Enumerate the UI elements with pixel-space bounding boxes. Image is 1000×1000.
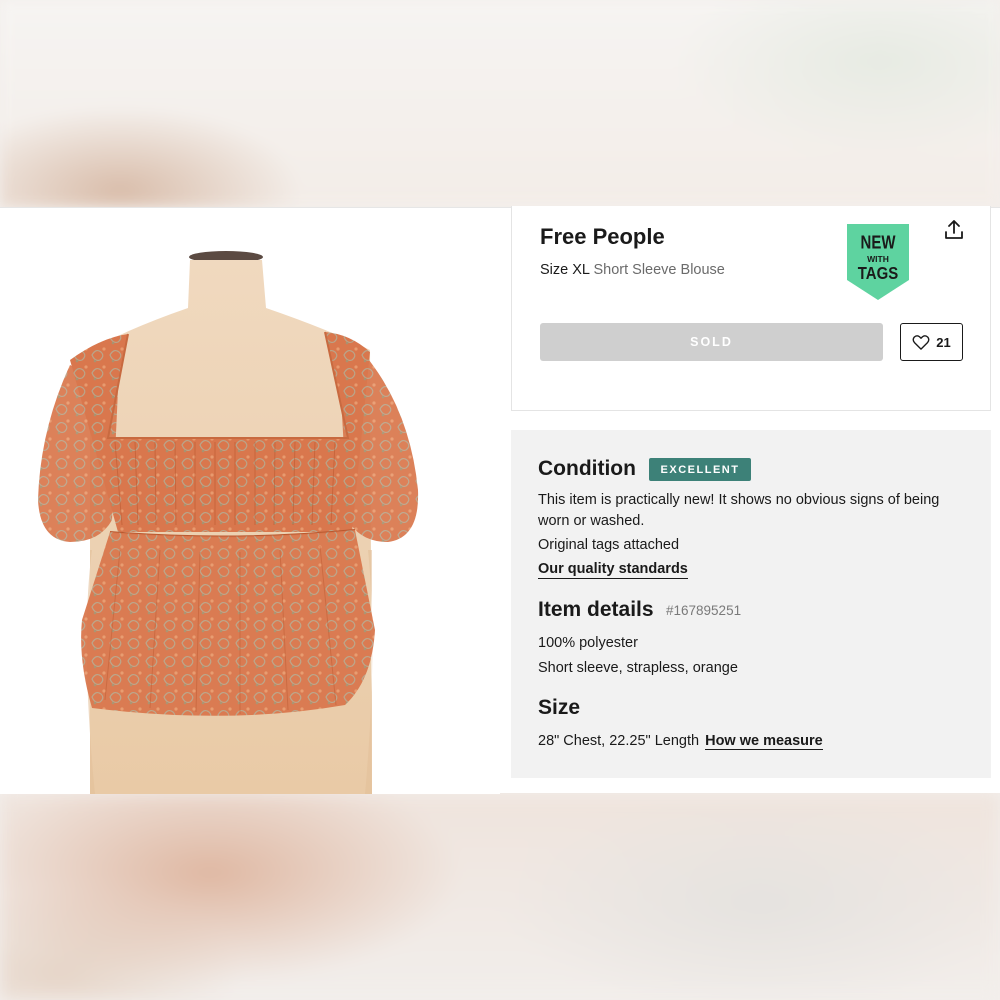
material-text: 100% polyester (538, 635, 638, 651)
category-label[interactable]: Short Sleeve Blouse (593, 262, 724, 278)
blurred-background-top (0, 0, 1000, 207)
product-subtitle: Size XL Short Sleeve Blouse (540, 262, 725, 278)
size-heading: Size (538, 696, 581, 719)
how-we-measure-link[interactable]: How we measure (705, 733, 823, 750)
tags-note: Original tags attached (538, 537, 680, 553)
size-label: Size XL (540, 262, 590, 278)
badge-line-2: WITH (867, 254, 889, 264)
share-button[interactable] (942, 218, 966, 242)
measurements-text: 28" Chest, 22.25" Length (538, 733, 700, 749)
blurred-background-bottom (0, 793, 1000, 1000)
heart-icon (912, 335, 930, 350)
condition-badge: EXCELLENT (649, 458, 751, 481)
condition-heading: Condition (538, 457, 636, 480)
brand-name[interactable]: Free People (540, 224, 665, 250)
share-icon (945, 220, 963, 239)
likes-count: 21 (936, 334, 951, 350)
blouse-on-mannequin-illustration (38, 251, 419, 794)
item-details-heading: Item details (538, 598, 654, 621)
condition-description: This item is practically new! It shows n… (538, 492, 940, 529)
item-details-card: Condition EXCELLENT This item is practic… (511, 430, 991, 778)
product-image[interactable] (0, 220, 500, 794)
badge-line-1: NEW (861, 232, 896, 253)
favorite-button[interactable]: 21 (900, 323, 963, 361)
quality-standards-link[interactable]: Our quality standards (538, 560, 688, 579)
product-listing-panel: Free People Size XL Short Sleeve Blouse … (0, 206, 1000, 794)
features-text: Short sleeve, strapless, orange (538, 660, 738, 676)
badge-line-3: TAGS (858, 264, 898, 284)
product-info-card: Free People Size XL Short Sleeve Blouse … (511, 206, 991, 411)
new-with-tags-badge: NEW WITH TAGS (847, 224, 909, 300)
size-measurements: 28" Chest, 22.25" Length How we measure (538, 731, 823, 752)
sold-button[interactable]: SOLD (540, 323, 883, 361)
item-number: #167895251 (666, 603, 742, 618)
